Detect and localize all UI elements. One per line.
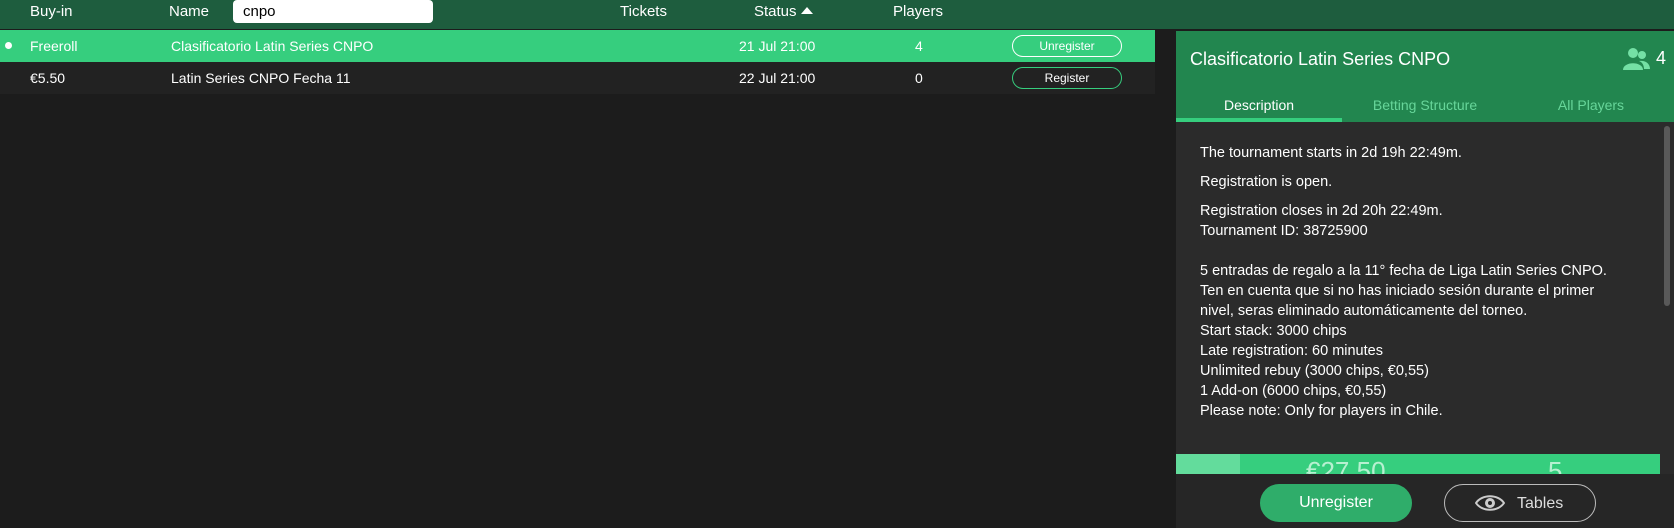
row-name: Latin Series CNPO Fecha 11 — [171, 70, 351, 86]
description-line: 5 entradas de regalo a la 11° fecha de L… — [1200, 263, 1607, 279]
description-line: Ten en cuenta que si no has iniciado ses… — [1200, 283, 1595, 299]
registration-status-text: Registration is open. — [1200, 174, 1333, 190]
row-name: Clasificatorio Latin Series CNPO — [171, 38, 374, 54]
description-line: Late registration: 60 minutes — [1200, 343, 1383, 359]
prize-ticket-icon — [1176, 454, 1240, 474]
panel-title: Clasificatorio Latin Series CNPO — [1190, 49, 1451, 69]
search-input[interactable] — [233, 0, 433, 23]
tab-description[interactable]: Description — [1176, 97, 1342, 113]
row-register-button[interactable]: Register — [1012, 67, 1122, 89]
unregister-button[interactable]: Unregister — [1260, 484, 1412, 522]
description-line: Unlimited rebuy (3000 chips, €0,55) — [1200, 363, 1429, 379]
players-count: 4 — [1656, 48, 1667, 68]
description-scrollbar[interactable] — [1664, 126, 1670, 306]
description-line: Please note: Only for players in Chile. — [1200, 403, 1443, 419]
status-header-label: Status — [754, 3, 797, 20]
tables-button-label: Tables — [1517, 495, 1564, 512]
tab-betting-structure[interactable]: Betting Structure — [1342, 97, 1508, 113]
prize-strip: €27.50 5 — [1176, 454, 1660, 474]
sort-ascending-icon — [800, 7, 813, 14]
prize-amount: €27.50 — [1306, 456, 1386, 474]
tournament-detail-panel: Clasificatorio Latin Series CNPO 4 Descr… — [1176, 31, 1674, 528]
tournament-row-selected[interactable]: Freeroll Clasificatorio Latin Series CNP… — [0, 30, 1155, 62]
status-column-header[interactable]: Status — [754, 3, 813, 20]
players-icon — [1623, 48, 1650, 70]
row-buyin: €5.50 — [30, 70, 66, 86]
row-players: 0 — [915, 70, 923, 86]
row-status: 21 Jul 21:00 — [739, 38, 816, 54]
description-line: nivel, seras eliminado automáticamente d… — [1200, 303, 1528, 319]
prize-count: 5 — [1548, 456, 1563, 474]
tournament-id-text: Tournament ID: 38725900 — [1200, 223, 1368, 239]
row-players: 4 — [915, 38, 923, 54]
tournament-description: The tournament starts in 2d 19h 22:49m. … — [1200, 143, 1640, 421]
start-time-text: The tournament starts in 2d 19h 22:49m. — [1200, 145, 1462, 161]
tournament-lobby: Buy-in Name Tickets Status Players Freer… — [0, 0, 1674, 528]
panel-footer: Unregister Tables — [1176, 474, 1674, 528]
eye-icon — [1475, 495, 1505, 511]
tickets-column-header[interactable]: Tickets — [620, 3, 667, 20]
row-unregister-button[interactable]: Unregister — [1012, 35, 1122, 57]
tab-all-players[interactable]: All Players — [1508, 97, 1674, 113]
row-status: 22 Jul 21:00 — [739, 70, 816, 86]
active-tab-indicator — [1176, 118, 1342, 122]
tournament-row[interactable]: €5.50 Latin Series CNPO Fecha 11 22 Jul … — [0, 62, 1155, 94]
tables-button[interactable]: Tables — [1444, 484, 1596, 522]
list-header: Buy-in Name Tickets Status Players — [0, 0, 1674, 29]
buyin-column-header[interactable]: Buy-in — [30, 3, 73, 20]
players-column-header[interactable]: Players — [893, 3, 943, 20]
panel-header: Clasificatorio Latin Series CNPO 4 Descr… — [1176, 31, 1674, 122]
description-line: Start stack: 3000 chips — [1200, 323, 1347, 339]
registration-closes-text: Registration closes in 2d 20h 22:49m. — [1200, 203, 1443, 219]
row-buyin: Freeroll — [30, 38, 78, 54]
selected-indicator-icon — [5, 42, 12, 49]
name-column-header[interactable]: Name — [169, 3, 209, 20]
description-line: 1 Add-on (6000 chips, €0,55) — [1200, 383, 1387, 399]
